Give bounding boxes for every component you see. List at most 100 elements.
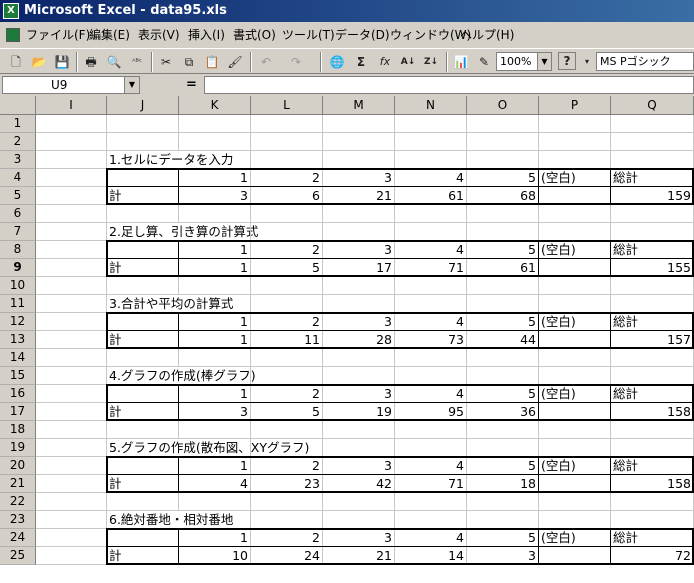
- value-cell[interactable]: [539, 331, 611, 349]
- cell[interactable]: [323, 205, 395, 223]
- table-header-blank[interactable]: [107, 457, 179, 475]
- cell[interactable]: [323, 277, 395, 295]
- cell[interactable]: [395, 295, 467, 313]
- cell[interactable]: [395, 421, 467, 439]
- cell[interactable]: [251, 295, 323, 313]
- cell[interactable]: [179, 439, 251, 457]
- value-cell[interactable]: 42: [323, 475, 395, 493]
- cell[interactable]: [323, 115, 395, 133]
- value-cell[interactable]: 71: [395, 259, 467, 277]
- column-header-q[interactable]: Q: [611, 96, 694, 115]
- workbook-icon[interactable]: [6, 28, 20, 42]
- row-header-10[interactable]: 10: [0, 277, 36, 295]
- cell[interactable]: [36, 259, 107, 277]
- cell[interactable]: [36, 295, 107, 313]
- table-header-blank[interactable]: [107, 169, 179, 187]
- row-header-3[interactable]: 3: [0, 151, 36, 169]
- cell[interactable]: [323, 421, 395, 439]
- row-header-13[interactable]: 13: [0, 331, 36, 349]
- section-title[interactable]: 3.合計や平均の計算式: [107, 295, 233, 313]
- spelling-check-icon[interactable]: ᴬᴮᶜ: [127, 52, 147, 72]
- value-cell[interactable]: [539, 187, 611, 205]
- cell[interactable]: [395, 223, 467, 241]
- cell[interactable]: [251, 367, 323, 385]
- cell[interactable]: [611, 295, 694, 313]
- cell[interactable]: [251, 205, 323, 223]
- table-header-value[interactable]: 2: [251, 313, 323, 331]
- select-all-corner[interactable]: [0, 96, 36, 115]
- value-cell[interactable]: 3: [467, 547, 539, 565]
- new-document-icon[interactable]: 🗋: [6, 52, 26, 72]
- table-header-value[interactable]: 4: [395, 241, 467, 259]
- value-cell[interactable]: 5: [251, 259, 323, 277]
- row-label-total[interactable]: 計: [107, 187, 179, 205]
- hyperlink-globe-icon[interactable]: 🌐: [327, 52, 347, 72]
- cell[interactable]: [611, 349, 694, 367]
- help-question-icon[interactable]: ?: [558, 52, 576, 70]
- section-title[interactable]: 6.絶対番地・相対番地: [107, 511, 233, 529]
- cell[interactable]: [107, 205, 179, 223]
- cell[interactable]: [36, 349, 107, 367]
- value-cell[interactable]: 28: [323, 331, 395, 349]
- cell[interactable]: [611, 493, 694, 511]
- column-header-j[interactable]: J: [107, 96, 179, 115]
- zoom-select[interactable]: 100% ▼: [496, 52, 552, 71]
- table-header-value[interactable]: 1: [179, 313, 251, 331]
- menu-edit[interactable]: 編集(E): [89, 24, 130, 46]
- cell[interactable]: [36, 457, 107, 475]
- cell[interactable]: [36, 223, 107, 241]
- row-header-23[interactable]: 23: [0, 511, 36, 529]
- cell[interactable]: [36, 151, 107, 169]
- row-header-9[interactable]: 9: [0, 259, 36, 277]
- row-header-25[interactable]: 25: [0, 547, 36, 565]
- chevron-down-icon[interactable]: ▼: [124, 77, 139, 93]
- row-header-4[interactable]: 4: [0, 169, 36, 187]
- value-cell[interactable]: 1: [179, 331, 251, 349]
- value-cell[interactable]: 18: [467, 475, 539, 493]
- cell[interactable]: [36, 277, 107, 295]
- value-cell[interactable]: 1: [179, 259, 251, 277]
- cell[interactable]: [179, 349, 251, 367]
- cell[interactable]: [179, 511, 251, 529]
- value-cell[interactable]: 14: [395, 547, 467, 565]
- cell[interactable]: [539, 133, 611, 151]
- cell[interactable]: [107, 349, 179, 367]
- row-header-22[interactable]: 22: [0, 493, 36, 511]
- cell[interactable]: [395, 115, 467, 133]
- value-cell[interactable]: 3: [179, 403, 251, 421]
- menu-data[interactable]: データ(D): [335, 24, 390, 46]
- cell[interactable]: [36, 331, 107, 349]
- column-header-o[interactable]: O: [467, 96, 539, 115]
- value-cell[interactable]: 3: [179, 187, 251, 205]
- row-label-total[interactable]: 計: [107, 403, 179, 421]
- value-cell[interactable]: [539, 403, 611, 421]
- print-preview-icon[interactable]: 🔍: [104, 52, 124, 72]
- value-cell[interactable]: 6: [251, 187, 323, 205]
- table-header-value[interactable]: 1: [179, 241, 251, 259]
- cell[interactable]: [467, 223, 539, 241]
- cell[interactable]: [36, 511, 107, 529]
- cell[interactable]: [323, 151, 395, 169]
- table-header-value[interactable]: 3: [323, 241, 395, 259]
- section-title[interactable]: 2.足し算、引き算の計算式: [107, 223, 258, 241]
- value-cell[interactable]: 24: [251, 547, 323, 565]
- table-header-value[interactable]: 3: [323, 385, 395, 403]
- cell[interactable]: [395, 349, 467, 367]
- cell[interactable]: [395, 493, 467, 511]
- cell[interactable]: [323, 493, 395, 511]
- table-header-value[interactable]: 3: [323, 169, 395, 187]
- cell[interactable]: [179, 133, 251, 151]
- cell[interactable]: [395, 367, 467, 385]
- table-header-value[interactable]: 3: [323, 457, 395, 475]
- grand-total-cell[interactable]: 159: [611, 187, 694, 205]
- table-header-total[interactable]: 総計: [611, 169, 694, 187]
- row-header-6[interactable]: 6: [0, 205, 36, 223]
- cell[interactable]: [467, 511, 539, 529]
- cell[interactable]: [611, 421, 694, 439]
- table-header-value[interactable]: 1: [179, 457, 251, 475]
- row-label-total[interactable]: 計: [107, 547, 179, 565]
- value-cell[interactable]: 19: [323, 403, 395, 421]
- cell[interactable]: [251, 421, 323, 439]
- cell[interactable]: [467, 493, 539, 511]
- table-header-value[interactable]: 2: [251, 385, 323, 403]
